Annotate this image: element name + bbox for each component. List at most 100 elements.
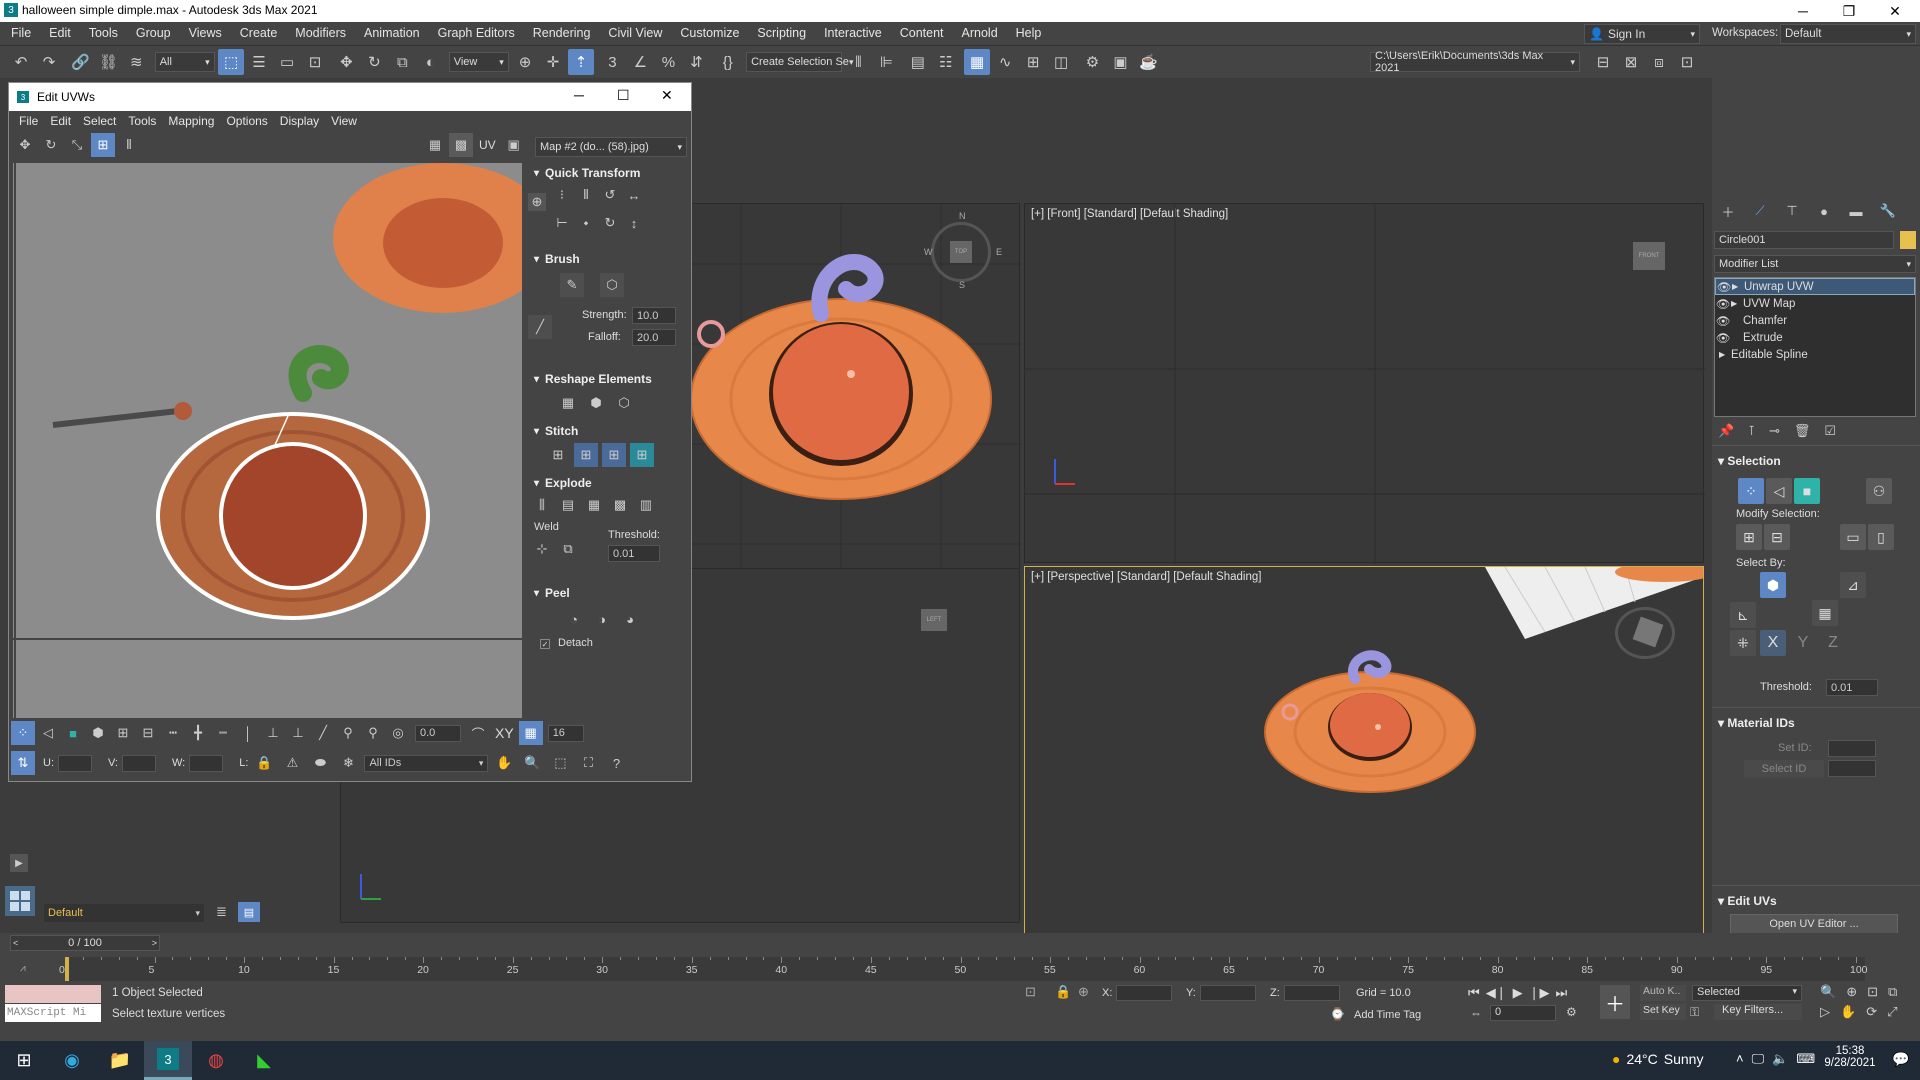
rotate-ccw-icon[interactable]: ↺ bbox=[598, 183, 622, 207]
eye-icon[interactable]: 👁 bbox=[1716, 280, 1732, 294]
axis-z-button[interactable]: Z bbox=[1820, 630, 1846, 656]
named-selection-dropdown[interactable]: Create Selection Se ▾ bbox=[746, 52, 853, 72]
scene-explorer-icon[interactable]: ▤ bbox=[238, 902, 260, 922]
select-rotate-icon[interactable]: ↻ bbox=[361, 49, 387, 75]
element-select-icon[interactable]: ⬢ bbox=[86, 721, 110, 745]
windows-start-icon[interactable]: ⊞ bbox=[0, 1041, 48, 1080]
viewcube-compass[interactable]: TOP N S E W bbox=[924, 211, 1002, 290]
select-axis-icon[interactable]: ⁜ bbox=[1730, 630, 1756, 656]
stitch-custom-icon[interactable]: ⊞ bbox=[546, 443, 570, 467]
pan-view-icon[interactable]: ✋ bbox=[1840, 1004, 1856, 1020]
checker-icon[interactable]: ▦ bbox=[423, 133, 447, 157]
chrome-icon[interactable]: ◍ bbox=[192, 1041, 240, 1080]
shrink-selection-icon[interactable]: ⊟ bbox=[1764, 524, 1790, 550]
prev-frame-icon[interactable]: < bbox=[13, 938, 18, 948]
brush-falloff-icon[interactable]: ╱ bbox=[528, 315, 552, 339]
help-icon[interactable]: ? bbox=[604, 751, 628, 775]
make-unique-icon[interactable]: ⊸ bbox=[1769, 423, 1780, 443]
field-of-view-icon[interactable]: ▷ bbox=[1820, 1004, 1830, 1020]
app-icon[interactable]: ◣ bbox=[240, 1041, 288, 1080]
ring-grow-icon[interactable]: ┉ bbox=[211, 721, 235, 745]
edit-uvs-header[interactable]: ▾ Edit UVs bbox=[1718, 894, 1777, 908]
rotate-icon[interactable]: ↻ bbox=[39, 133, 63, 157]
menu-tools[interactable]: Tools bbox=[80, 22, 127, 46]
snaps-toggle-icon[interactable]: 3 bbox=[599, 49, 625, 75]
mirror-icon[interactable]: ⫴ bbox=[845, 49, 871, 75]
space-vertical-icon[interactable]: ↕ bbox=[622, 211, 646, 235]
paint-shrink-icon[interactable]: ⚲ bbox=[361, 721, 385, 745]
modify-tab-icon[interactable]: ⟋ bbox=[1748, 199, 1772, 223]
menu-views[interactable]: Views bbox=[180, 22, 231, 46]
modifier-chamfer[interactable]: 👁 Chamfer bbox=[1715, 312, 1915, 329]
stitch-target-icon[interactable]: ⊞ bbox=[630, 443, 654, 467]
menu-create[interactable]: Create bbox=[231, 22, 287, 46]
menu-scripting[interactable]: Scripting bbox=[748, 22, 815, 46]
edge-icon[interactable]: ◉ bbox=[48, 1041, 96, 1080]
explode-2-icon[interactable]: ▤ bbox=[556, 493, 580, 517]
rendered-frame-icon[interactable]: ▣ bbox=[1107, 49, 1133, 75]
viewcube-top[interactable]: TOP bbox=[950, 241, 972, 263]
layer-explorer-icon[interactable]: ▤ bbox=[905, 49, 931, 75]
zoom-extents-all-icon[interactable]: ⧉ bbox=[1888, 984, 1897, 1000]
v-field[interactable] bbox=[122, 754, 156, 772]
unlink-icon[interactable]: ⛓ bbox=[95, 49, 121, 75]
zoom-region-icon[interactable]: ⬚ bbox=[548, 751, 572, 775]
show-end-result-icon[interactable]: ⊺ bbox=[1748, 423, 1755, 443]
pivot-center-icon[interactable]: ⊕ bbox=[512, 49, 538, 75]
selection-header[interactable]: ▾ Selection bbox=[1718, 454, 1781, 468]
project-folder-icon[interactable]: ⊟ bbox=[1590, 49, 1616, 75]
quick-transform-header[interactable]: Quick Transform bbox=[524, 163, 689, 183]
orbit-icon[interactable]: ⟳ bbox=[1866, 1004, 1877, 1020]
target-weld-icon[interactable]: ⊥ bbox=[286, 721, 310, 745]
sel-threshold-field[interactable]: 0.01 bbox=[1826, 679, 1878, 696]
timeline-track[interactable]: 0 5 10 15 20 25 30 35 40 45 50 55 60 65 70 75 80 85 90 95 10… bbox=[59, 957, 1868, 981]
current-frame-field[interactable]: 0 bbox=[1490, 1005, 1556, 1021]
notifications-icon[interactable]: 💬 bbox=[1892, 1051, 1909, 1068]
material-editor-icon[interactable]: ◫ bbox=[1048, 49, 1074, 75]
configure-sets-icon[interactable]: ☑ bbox=[1824, 423, 1836, 443]
network-icon[interactable]: 🖵 bbox=[1752, 1051, 1765, 1067]
viewcube-left[interactable]: LEFT bbox=[921, 609, 947, 631]
project-settings-icon[interactable]: ⊡ bbox=[1674, 49, 1700, 75]
align-left-icon[interactable]: ⊢ bbox=[550, 211, 574, 235]
uvw-menu-display[interactable]: Display bbox=[274, 111, 325, 131]
menu-animation[interactable]: Animation bbox=[355, 22, 429, 46]
viewport-perspective-label[interactable]: [+] [Perspective] [Standard] [Default Sh… bbox=[1031, 571, 1261, 583]
hide-icon[interactable]: ⚠ bbox=[280, 751, 304, 775]
placement-icon[interactable]: ◐ bbox=[417, 49, 443, 75]
shrink-icon[interactable]: ⊟ bbox=[136, 721, 160, 745]
select-id-button[interactable]: Select ID bbox=[1744, 760, 1824, 778]
absolute-mode-icon[interactable]: ⊕ bbox=[1078, 984, 1089, 1000]
uvw-menu-tools[interactable]: Tools bbox=[122, 111, 162, 131]
selection-filter-dropdown[interactable]: All ▾ bbox=[154, 52, 215, 72]
spinner-snap-icon[interactable]: ⇵ bbox=[683, 49, 709, 75]
edit-named-selection-icon[interactable]: {} bbox=[715, 49, 741, 75]
polygon-select-icon[interactable]: ■ bbox=[61, 721, 85, 745]
space-horizontal-icon[interactable]: ↔ bbox=[622, 183, 646, 207]
menu-edit[interactable]: Edit bbox=[40, 22, 80, 46]
layers-icon[interactable]: ≣ bbox=[216, 904, 227, 920]
paint-move-icon[interactable]: ✎ bbox=[560, 273, 584, 297]
detach-checkbox[interactable]: ✓ bbox=[540, 639, 550, 649]
zoom-icon[interactable]: 🔍 bbox=[1820, 984, 1836, 1000]
scale-icon[interactable]: ⤡ bbox=[65, 133, 89, 157]
create-tab-icon[interactable]: ＋ bbox=[1716, 199, 1740, 223]
play-icon[interactable]: ▶ bbox=[1513, 985, 1523, 1001]
menu-help[interactable]: Help bbox=[1007, 22, 1051, 46]
mini-curve-icon[interactable]: ⩘ bbox=[20, 963, 36, 977]
next-key-icon[interactable]: ❘▶ bbox=[1529, 985, 1550, 1001]
rotation-angle-field[interactable]: 0.0 bbox=[415, 724, 461, 742]
explode-threshold-field[interactable]: 0.01 bbox=[608, 545, 660, 562]
time-slider[interactable]: < 0 / 100 > bbox=[10, 935, 160, 951]
render-production-icon[interactable]: ☕ bbox=[1135, 49, 1161, 75]
eye-icon[interactable]: 👁 bbox=[1715, 314, 1731, 328]
open-uv-editor-button[interactable]: Open UV Editor ... bbox=[1730, 914, 1898, 934]
select-move-icon[interactable]: ✥ bbox=[333, 49, 359, 75]
texture-map-dropdown[interactable]: Map #2 (do... (58).jpg) ▾ bbox=[535, 137, 687, 157]
keyboard-shortcut-override-icon[interactable]: ⇡ bbox=[568, 49, 595, 75]
viewport-front[interactable]: [+] [Front] [Standard] [Default Shading]… bbox=[1024, 203, 1705, 564]
window-crossing-icon[interactable]: ⊡ bbox=[302, 49, 328, 75]
maxscript-listener-top[interactable] bbox=[5, 985, 101, 1003]
expand-icon[interactable]: ▶ bbox=[10, 854, 28, 872]
modifier-unwrap-uvw[interactable]: 👁 ▶ Unwrap UVW bbox=[1715, 278, 1915, 295]
